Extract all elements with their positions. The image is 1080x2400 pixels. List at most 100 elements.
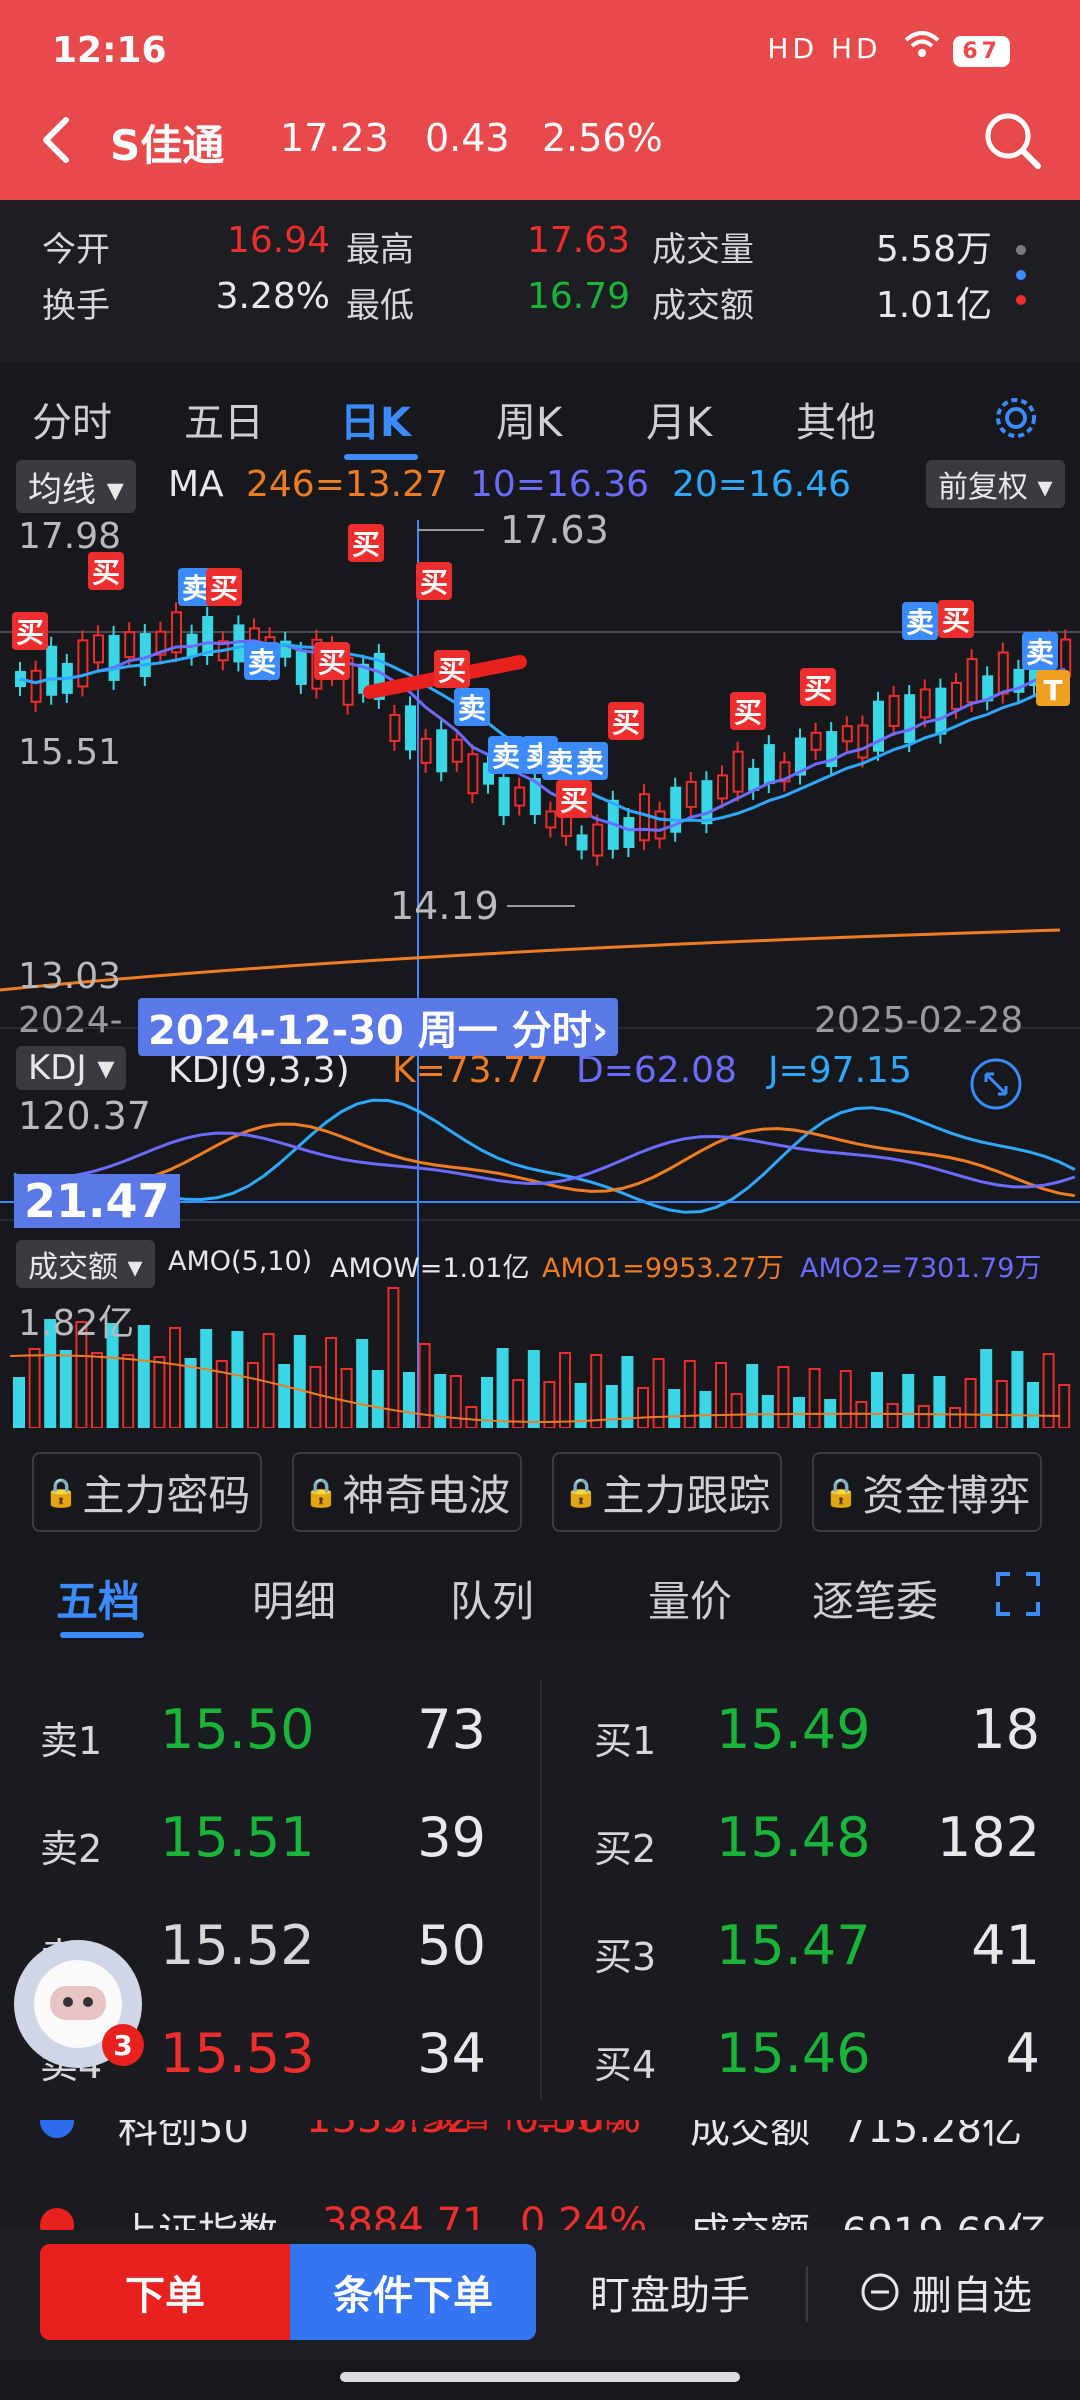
- quote-panel[interactable]: 今开 16.94 最高 17.63 成交量 5.58万 换手 3.28% 最低 …: [0, 200, 1080, 362]
- tab-volume-price[interactable]: 量价: [648, 1568, 732, 1629]
- sell-level-volume: 73: [417, 1698, 486, 1761]
- feature-fund-game[interactable]: 🔒 资金博弈: [812, 1452, 1042, 1532]
- sell-level-volume: 39: [417, 1806, 486, 1869]
- home-indicator[interactable]: [340, 2372, 740, 2382]
- amo-bar: [761, 1395, 774, 1428]
- amount-value: 1.01亿: [875, 285, 992, 326]
- amo-chip[interactable]: 成交额 ▾: [16, 1240, 155, 1288]
- tab-detail[interactable]: 明细: [252, 1568, 336, 1629]
- feature-label: 主力密码: [82, 1470, 251, 1520]
- tab-monthly-k[interactable]: 月K: [646, 390, 712, 448]
- ticker-upgrade-banner[interactable]: 升级看千档行情: [390, 2120, 628, 2137]
- conditional-order-button[interactable]: 条件下单: [290, 2244, 536, 2340]
- amo-bar: [917, 1405, 930, 1428]
- kdj-chip[interactable]: KDJ ▾: [16, 1046, 127, 1090]
- feature-main-tracking[interactable]: 🔒 主力跟踪: [552, 1452, 782, 1532]
- candle-body: [623, 817, 635, 849]
- amo-bar: [496, 1348, 509, 1428]
- buy-level-price[interactable]: 15.46: [716, 2022, 871, 2085]
- svg-text:买: 买: [92, 556, 120, 589]
- adjust-chip[interactable]: 前复权 ▾: [926, 460, 1065, 508]
- sell-level-price[interactable]: 15.52: [160, 1914, 315, 1977]
- amo-bar: [59, 1350, 72, 1428]
- sell-signal: 卖: [902, 602, 938, 640]
- y-axis-bottom: 13.03: [18, 956, 122, 997]
- lock-icon: 🔒: [303, 1475, 339, 1509]
- turnover-label: 换手: [42, 286, 110, 326]
- amount-label: 成交额: [652, 286, 754, 326]
- amo-bar: [309, 1366, 322, 1428]
- bar-divider: [806, 2266, 808, 2322]
- feature-magic-wave[interactable]: 🔒 神奇电波: [292, 1452, 522, 1532]
- expand-icon[interactable]: [968, 1056, 1024, 1112]
- amo-bar: [122, 1354, 135, 1428]
- amo-bar: [964, 1378, 977, 1428]
- active-book-tab-indicator: [60, 1632, 144, 1638]
- battery-icon: 67: [953, 36, 1010, 67]
- fullscreen-icon[interactable]: [994, 1570, 1042, 1618]
- candle-body: [685, 780, 697, 808]
- open-label: 今开: [42, 230, 110, 270]
- ma-label: MA: [168, 464, 224, 505]
- watch-assistant-button[interactable]: 盯盘助手: [590, 2244, 750, 2340]
- sell-level-price[interactable]: 15.51: [160, 1806, 315, 1869]
- search-icon[interactable]: [980, 108, 1044, 172]
- more-dots-icon[interactable]: [1014, 240, 1028, 310]
- svg-text:买: 买: [560, 784, 588, 817]
- period-tabs: 分时 五日 日K 周K 月K 其他: [0, 372, 1080, 462]
- buy-signal: 买: [434, 650, 470, 688]
- tab-five-level[interactable]: 五档: [56, 1568, 140, 1629]
- amo-bar: [403, 1372, 415, 1428]
- back-button[interactable]: [36, 110, 76, 170]
- cursor-date-label[interactable]: 2024-12-30 周一 分时›: [138, 998, 619, 1056]
- wifi-icon: [904, 31, 953, 65]
- kdj-params: KDJ(9,3,3): [168, 1050, 350, 1091]
- buy-level-price[interactable]: 15.49: [716, 1698, 871, 1761]
- candle-body: [93, 634, 104, 664]
- feature-main-code[interactable]: 🔒 主力密码: [32, 1452, 262, 1532]
- tab-intraday[interactable]: 分时: [32, 390, 112, 448]
- remove-watchlist-button[interactable]: 删自选: [860, 2244, 1032, 2340]
- svg-text:买: 买: [734, 696, 762, 729]
- tab-queue[interactable]: 队列: [450, 1568, 534, 1629]
- buy-level-volume: 18: [971, 1698, 1040, 1761]
- tab-tick-order[interactable]: 逐笔委: [812, 1568, 938, 1629]
- tab-other[interactable]: 其他: [796, 390, 876, 448]
- ticker-value: 3884.71: [322, 2200, 488, 2230]
- candle-body: [436, 729, 448, 773]
- kline-chart-area[interactable]: 买买卖买卖买买买买卖卖卖卖卖买买买买卖买卖T 均线 ▾ MA 246=13.27…: [0, 460, 1080, 1428]
- ma-chip[interactable]: 均线 ▾: [16, 460, 136, 513]
- buy-level-price[interactable]: 15.47: [716, 1914, 871, 1977]
- amo-bar: [902, 1374, 915, 1428]
- sell-level-price[interactable]: 15.53: [160, 2022, 315, 2085]
- sell-level-price[interactable]: 15.50: [160, 1698, 315, 1761]
- ticker-pct: 0.24%: [520, 2200, 648, 2230]
- y-axis-top: 17.98: [18, 516, 122, 557]
- tab-five-day[interactable]: 五日: [184, 390, 264, 448]
- feature-label: 主力跟踪: [602, 1470, 771, 1520]
- candle-body: [467, 753, 479, 795]
- candle-body: [701, 780, 713, 825]
- ma20-value: 20=16.46: [672, 464, 852, 505]
- candle-body: [295, 650, 307, 685]
- buy-signal: 买: [800, 668, 836, 706]
- candle-body: [763, 744, 775, 785]
- sell-level-label: 卖2: [40, 1827, 103, 1871]
- amo-chip-label: 成交额: [28, 1250, 118, 1285]
- assistant-avatar[interactable]: 3: [14, 1940, 144, 2068]
- amow-value: AMOW=1.01亿: [330, 1253, 530, 1284]
- tab-daily-k[interactable]: 日K: [340, 390, 411, 448]
- buy-level-price[interactable]: 15.48: [716, 1806, 871, 1869]
- tab-weekly-k[interactable]: 周K: [496, 390, 562, 448]
- y-axis-mid: 15.51: [18, 732, 122, 773]
- high-marker: 17.63: [500, 508, 609, 552]
- sell-signal: 卖: [244, 642, 280, 680]
- bottom-action-bar: 下单 条件下单 盯盘助手 删自选: [0, 2230, 1080, 2360]
- order-button[interactable]: 下单: [40, 2244, 290, 2340]
- settings-gear-icon[interactable]: [990, 392, 1042, 444]
- svg-text:卖: 卖: [546, 746, 574, 779]
- amo1-value: AMO1=9953.27万: [542, 1253, 784, 1284]
- index-ticker[interactable]: 科创50 1333.52 0.56% 成交额 715.28亿 升级看千档行情 上…: [0, 2120, 1080, 2230]
- buy-signal: 买: [556, 780, 592, 818]
- ticker-amount-label: 成交额: [690, 2200, 810, 2230]
